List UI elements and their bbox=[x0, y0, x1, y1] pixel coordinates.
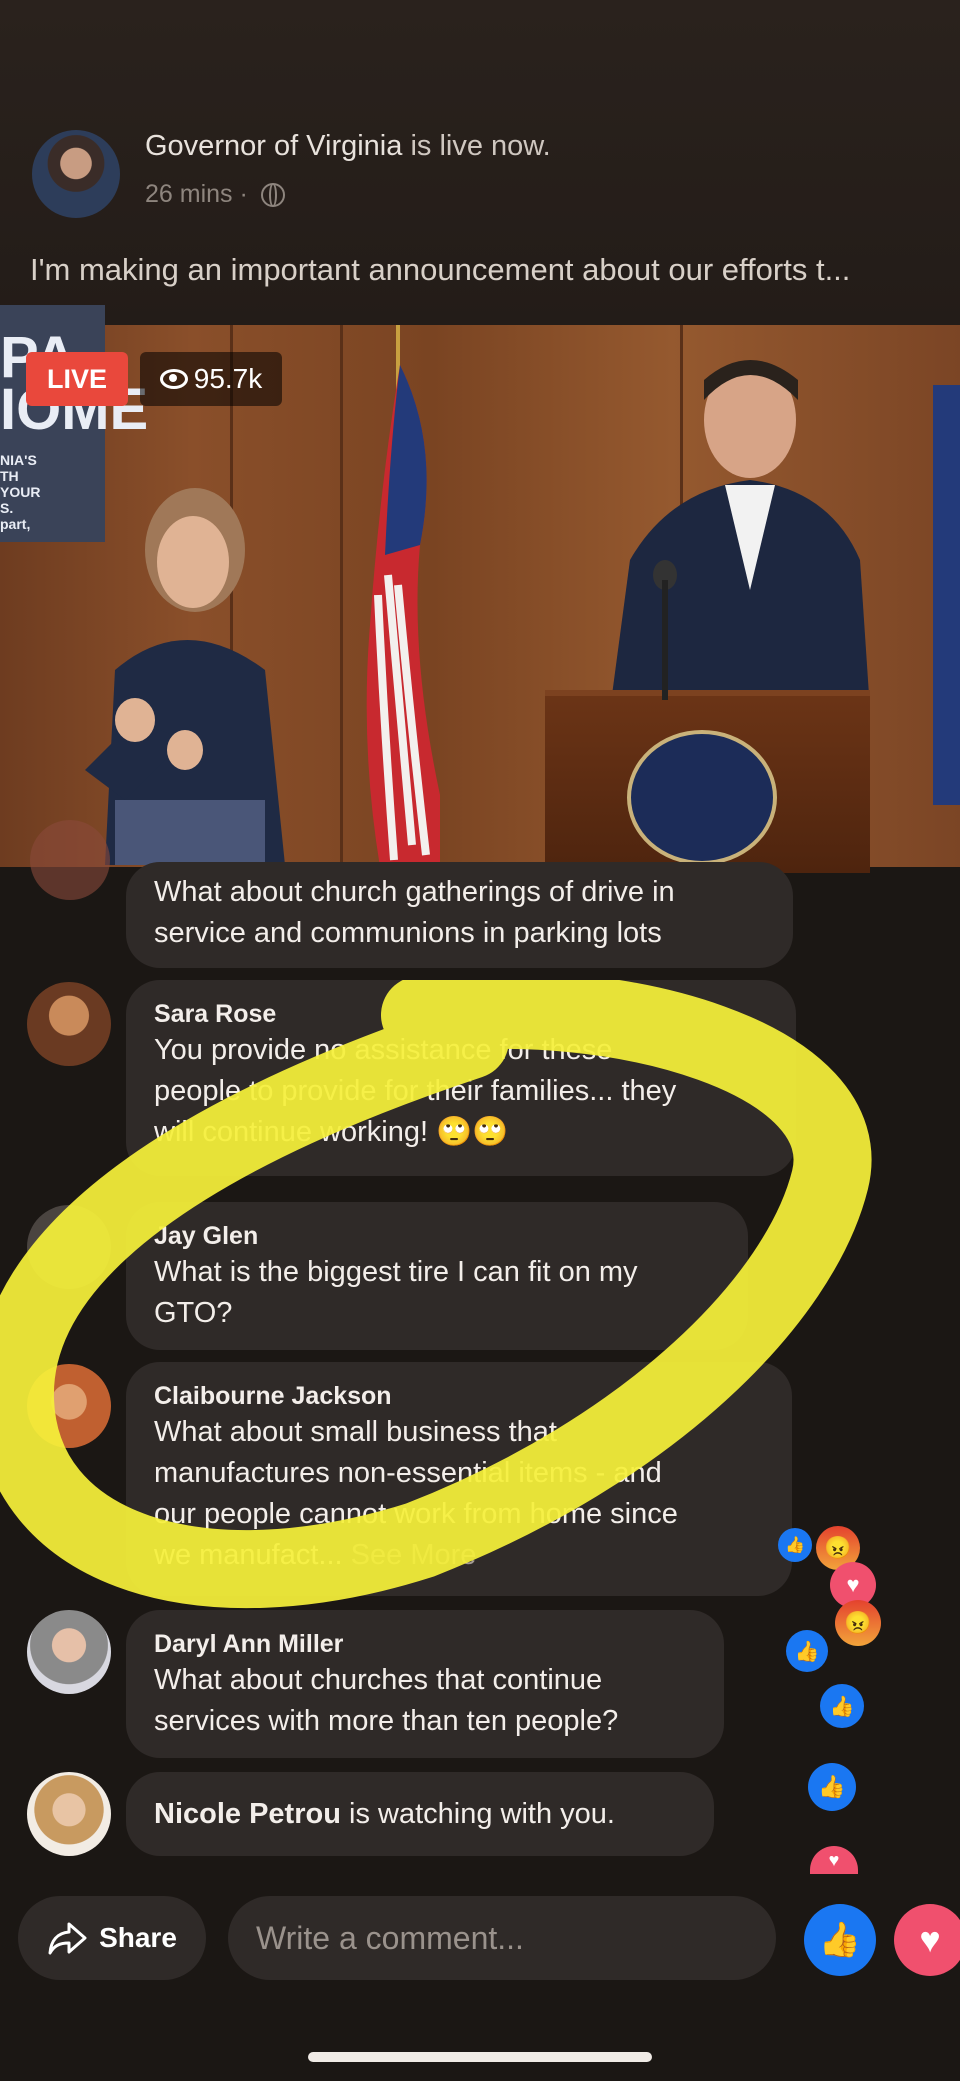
like-icon: 👍 bbox=[818, 1921, 862, 1959]
comment-bubble[interactable]: Jay Glen What is the biggest tire I can … bbox=[126, 1202, 748, 1350]
eye-icon bbox=[159, 369, 188, 389]
comment-bubble[interactable]: Claibourne Jackson What about small busi… bbox=[126, 1362, 792, 1596]
governor-speaker bbox=[610, 360, 870, 710]
commenter-avatar[interactable] bbox=[30, 820, 110, 900]
viewer-name[interactable]: Nicole Petrou bbox=[154, 1798, 341, 1830]
commenter-name[interactable]: Daryl Ann Miller bbox=[154, 1628, 696, 1660]
love-icon: ♥ bbox=[919, 1919, 941, 1960]
see-more-link[interactable]: See More bbox=[351, 1539, 477, 1571]
viewer-count: 95.7k bbox=[193, 363, 263, 394]
banner-subtext: NIA'S TH YOUR S. part, bbox=[0, 452, 41, 532]
american-flag bbox=[366, 325, 440, 867]
post-caption[interactable]: I'm making an important announcement abo… bbox=[30, 252, 940, 288]
comment-text: What about churches that continue service… bbox=[154, 1664, 619, 1737]
commenter-name[interactable]: Sara Rose bbox=[154, 998, 768, 1030]
microphone bbox=[653, 560, 677, 700]
comment-text: You provide no assistance for these peopl… bbox=[154, 1034, 677, 1148]
angry-reaction-icon: 😠 bbox=[835, 1600, 881, 1646]
globe-icon bbox=[260, 183, 285, 207]
time-ago: 26 mins bbox=[145, 180, 233, 208]
virginia-flag bbox=[933, 385, 960, 805]
comment-text: What about small business that manufactur… bbox=[154, 1416, 678, 1571]
virginia-seal bbox=[627, 730, 777, 865]
comment-bubble[interactable]: Sara Rose You provide no assistance for … bbox=[126, 980, 796, 1176]
like-reaction-icon: 👍 bbox=[820, 1684, 864, 1728]
host-avatar[interactable] bbox=[32, 130, 120, 218]
watching-notice: Nicole Petrou is watching with you. bbox=[126, 1772, 714, 1856]
commenter-avatar[interactable] bbox=[27, 1364, 111, 1448]
like-reaction-icon: 👍 bbox=[786, 1630, 828, 1672]
like-button[interactable]: 👍 bbox=[804, 1904, 876, 1976]
commenter-name[interactable]: Claibourne Jackson bbox=[154, 1380, 764, 1412]
viewer-count-badge: 95.7k bbox=[140, 352, 282, 406]
comment-input[interactable] bbox=[228, 1896, 776, 1980]
like-reaction-icon: 👍 bbox=[808, 1763, 856, 1811]
commenter-avatar[interactable] bbox=[27, 1205, 111, 1289]
live-status-text: is live now. bbox=[410, 130, 551, 162]
home-indicator[interactable] bbox=[308, 2052, 652, 2062]
comment-bubble[interactable]: Daryl Ann Miller What about churches tha… bbox=[126, 1610, 724, 1758]
meta-separator: · bbox=[239, 180, 248, 208]
commenter-avatar[interactable] bbox=[27, 1772, 111, 1856]
post-meta: 26 mins · bbox=[145, 180, 285, 209]
sign-interpreter bbox=[85, 488, 285, 865]
host-name[interactable]: Governor of Virginia bbox=[145, 130, 402, 162]
watching-text: is watching with you. bbox=[349, 1798, 615, 1830]
share-label: Share bbox=[99, 1922, 177, 1953]
commenter-name[interactable]: Jay Glen bbox=[154, 1220, 720, 1252]
comment-text: What is the biggest tire I can fit on my… bbox=[154, 1256, 638, 1329]
like-reaction-icon: 👍 bbox=[778, 1528, 812, 1562]
comment-text: What about church gatherings of drive in… bbox=[154, 876, 675, 949]
love-reaction-icon: ♥ bbox=[810, 1846, 858, 1874]
commenter-avatar[interactable] bbox=[27, 982, 111, 1066]
love-button[interactable]: ♥ bbox=[894, 1904, 960, 1976]
share-button[interactable]: Share bbox=[18, 1896, 206, 1980]
comment-bubble[interactable]: What about church gatherings of drive in… bbox=[126, 862, 793, 968]
share-arrow-icon bbox=[48, 1922, 87, 1955]
commenter-avatar[interactable] bbox=[27, 1610, 111, 1694]
live-badge: LIVE bbox=[26, 352, 128, 406]
host-line: Governor of Virginia is live now. bbox=[145, 130, 551, 163]
